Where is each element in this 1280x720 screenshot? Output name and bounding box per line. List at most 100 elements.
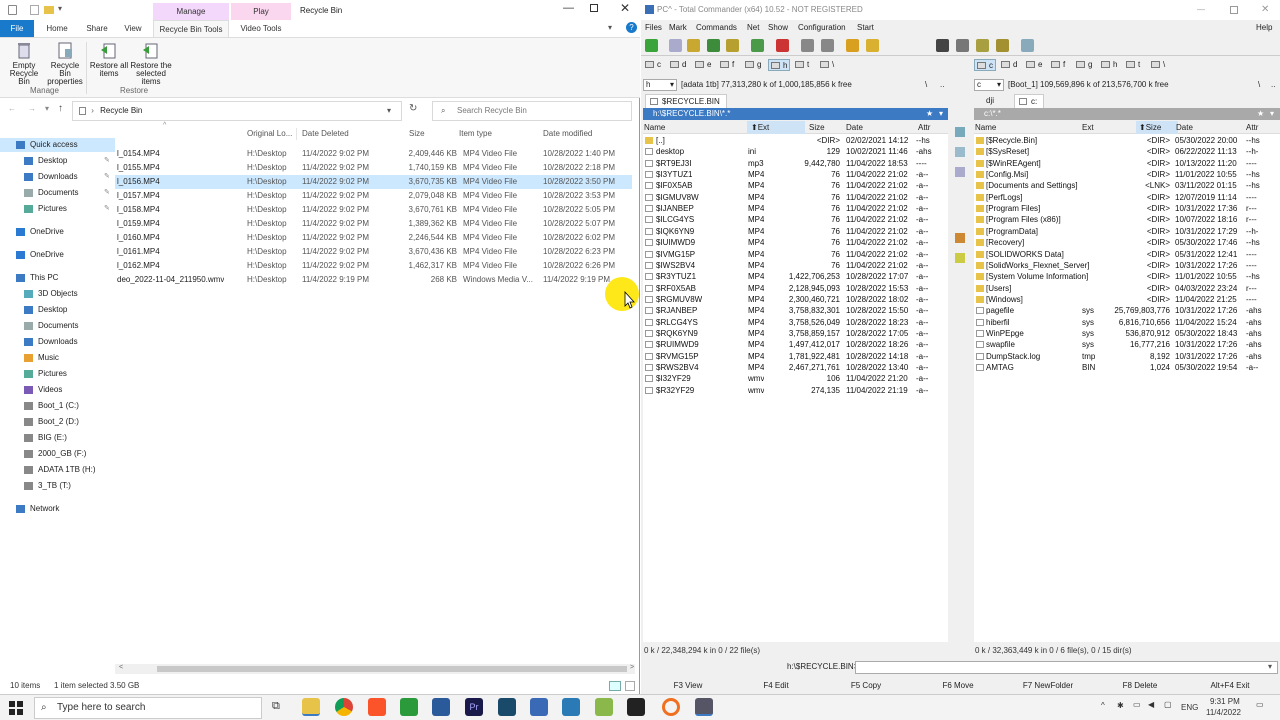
left-path-bar[interactable]: h:\$RECYCLE.BIN\*.* ★ ▾ <box>643 108 948 120</box>
right-parent-button[interactable]: .. <box>1271 78 1275 92</box>
tc-file-row[interactable]: [Program Files] <DIR> 10/31/2022 17:36 r--- <box>974 203 1280 214</box>
tc-file-row[interactable]: pagefile sys 25,769,803,776 10/31/2022 17:2… <box>974 305 1280 316</box>
thumbnails-icon[interactable] <box>707 39 720 52</box>
davinci-taskbar-icon[interactable] <box>432 698 450 716</box>
forward-icon[interactable]: → <box>28 104 36 113</box>
archive-icon[interactable] <box>846 39 859 52</box>
column-item-type[interactable]: Item type <box>459 126 492 142</box>
tc-file-row[interactable]: $RGMUV8W MP4 2,300,460,721 10/28/2022 18:02… <box>643 294 948 305</box>
left-favorites-icon[interactable]: ★ <box>926 108 933 120</box>
right-col-size[interactable]: ⬆Size <box>1136 121 1178 134</box>
tab-recycle-bin-tools[interactable]: Recycle Bin Tools <box>153 20 229 37</box>
menu-mark[interactable]: Mark <box>669 20 687 35</box>
ftp-icon[interactable] <box>996 39 1009 52</box>
tc-file-row[interactable]: $I32YF29 wmv 106 11/04/2022 21:20 -a-- <box>643 373 948 384</box>
right-drive-button[interactable]: g <box>1074 59 1094 71</box>
right-col-ext[interactable]: Ext <box>1082 121 1094 134</box>
left-tab-recycle[interactable]: $RECYCLE.BIN <box>645 94 727 109</box>
left-drive-button[interactable]: h <box>768 59 791 71</box>
right-drive-button[interactable]: h <box>1099 59 1119 71</box>
tray-bluetooth-icon[interactable]: ✱ <box>1117 701 1124 710</box>
tc-file-row[interactable]: $IJANBEP MP4 76 11/04/2022 21:02 -a-- <box>643 203 948 214</box>
tray-language[interactable]: ENG <box>1181 703 1198 712</box>
address-dropdown-icon[interactable]: ▾ <box>387 102 391 120</box>
nav-item[interactable]: BIG (E:) <box>0 431 115 445</box>
command-input[interactable]: ▾ <box>855 661 1278 674</box>
sep-pack-icon[interactable] <box>955 233 965 243</box>
file-row[interactable]: l_0155.MP4 H:\Desktop 11/4/2022 9:02 PM 1,7… <box>115 161 632 175</box>
f3-view-button[interactable]: F3 View <box>641 678 735 694</box>
tc-maximize-icon[interactable] <box>1230 6 1238 14</box>
empty-recycle-bin-button[interactable]: Empty Recycle Bin <box>3 40 45 86</box>
invert-selection-icon[interactable] <box>751 39 764 52</box>
brief-view-icon[interactable] <box>669 39 682 52</box>
nav-item[interactable]: Music <box>0 351 115 365</box>
right-drive-button[interactable]: c <box>974 59 996 71</box>
left-drive-button[interactable]: t <box>793 59 811 71</box>
pin-icon[interactable]: ✎ <box>104 170 110 184</box>
terminal2-taskbar-icon[interactable] <box>627 698 645 716</box>
tray-clock-time[interactable]: 9:31 PM <box>1210 697 1240 706</box>
nav-item[interactable]: Documents <box>0 319 115 333</box>
nav-item[interactable]: 2000_GB (F:) <box>0 447 115 461</box>
right-col-date[interactable]: Date <box>1176 121 1193 134</box>
file-row[interactable]: l_0154.MP4 H:\Desktop 11/4/2022 9:02 PM 2,4… <box>115 147 632 161</box>
nav-item[interactable]: Documents ✎ <box>0 186 115 200</box>
tc-file-row[interactable]: $RVMG15P MP4 1,781,922,481 10/28/2022 14:18… <box>643 351 948 362</box>
back-icon[interactable]: ← <box>8 104 16 113</box>
tc-file-row[interactable]: $ILCG4YS MP4 76 11/04/2022 21:02 -a-- <box>643 214 948 225</box>
solidworks-taskbar-icon[interactable] <box>400 698 418 716</box>
minimize-icon[interactable]: — <box>563 2 574 14</box>
nav-item[interactable]: ADATA 1TB (H:) <box>0 463 115 477</box>
left-col-size[interactable]: Size <box>809 121 825 134</box>
large-icons-view-icon[interactable] <box>625 681 635 691</box>
left-col-date[interactable]: Date <box>846 121 863 134</box>
tc-file-row[interactable]: $IF0X5AB MP4 76 11/04/2022 21:02 -a-- <box>643 180 948 191</box>
sep-copy-icon[interactable] <box>955 127 965 137</box>
file-row[interactable]: deo_2022-11-04_211950.wmv H:\Desktop 11/4/… <box>115 273 632 287</box>
tc-close-icon[interactable]: ✕ <box>1261 0 1269 20</box>
tab-file[interactable]: File <box>0 20 34 37</box>
recent-locations-icon[interactable]: ▾ <box>45 104 49 113</box>
scrollbar-thumb[interactable] <box>157 666 627 672</box>
f6-move-button[interactable]: F6 Move <box>911 678 1005 694</box>
file-row[interactable]: l_0158.MP4 H:\Desktop 11/4/2022 9:02 PM 3,6… <box>115 203 632 217</box>
left-drive-combo[interactable]: h ▾ <box>643 79 677 91</box>
forward-tool-icon[interactable] <box>821 39 834 52</box>
right-tab-c[interactable]: c: <box>1014 94 1045 109</box>
quick-access-properties-icon[interactable] <box>30 5 39 15</box>
tab-share[interactable]: Share <box>80 20 114 37</box>
tc-file-row[interactable]: [System Volume Information] <DIR> 11/01/20… <box>974 271 1280 282</box>
sep-move-icon[interactable] <box>955 147 965 157</box>
f7-newfolder-button[interactable]: F7 NewFolder <box>1001 678 1095 694</box>
left-history-icon[interactable]: ▾ <box>939 108 943 120</box>
up-icon[interactable]: ↑ <box>58 103 63 114</box>
column-date-modified[interactable]: Date modified <box>543 126 592 142</box>
tc-file-row[interactable]: WinPEpge sys 536,870,912 05/30/2022 18:43 -a… <box>974 328 1280 339</box>
unpack-icon[interactable] <box>866 39 879 52</box>
left-parent-button[interactable]: .. <box>940 78 944 92</box>
tc-file-row[interactable]: $RJANBEP MP4 3,758,832,301 10/28/2022 15:50… <box>643 305 948 316</box>
multi-rename-icon[interactable] <box>956 39 969 52</box>
tray-chevron-icon[interactable]: ^ <box>1101 701 1105 710</box>
nav-item[interactable]: Downloads <box>0 335 115 349</box>
column-date-deleted[interactable]: Date Deleted <box>302 126 349 142</box>
tray-volume-icon[interactable]: ◀ <box>1148 700 1154 709</box>
quick-access-folder-icon[interactable] <box>44 6 54 14</box>
menu-commands[interactable]: Commands <box>696 20 737 35</box>
right-history-icon[interactable]: ▾ <box>1270 108 1274 120</box>
tc-file-row[interactable]: [$Recycle.Bin] <DIR> 05/30/2022 20:00 --hs <box>974 135 1280 146</box>
tc-file-row[interactable]: hiberfil sys 6,816,710,656 11/04/2022 15:24… <box>974 317 1280 328</box>
refresh-tool-icon[interactable] <box>645 39 658 52</box>
file-row[interactable]: l_0157.MP4 H:\Desktop 11/4/2022 9:02 PM 2,0… <box>115 189 632 203</box>
tc-file-row[interactable]: $RWS2BV4 MP4 2,467,271,761 10/28/2022 13:40… <box>643 362 948 373</box>
brave-taskbar-icon[interactable] <box>368 698 386 716</box>
pin-icon[interactable]: ✎ <box>104 154 110 168</box>
restore-selected-button[interactable]: Restore the selected items <box>128 40 174 86</box>
scroll-right-icon[interactable]: > <box>630 664 634 671</box>
pack-icon[interactable] <box>776 39 789 52</box>
left-drive-button[interactable]: d <box>668 59 688 71</box>
tc-file-row[interactable]: $IWS2BV4 MP4 76 11/04/2022 21:02 -a-- <box>643 260 948 271</box>
nav-item[interactable]: Boot_1 (C:) <box>0 399 115 413</box>
f5-copy-button[interactable]: F5 Copy <box>819 678 913 694</box>
